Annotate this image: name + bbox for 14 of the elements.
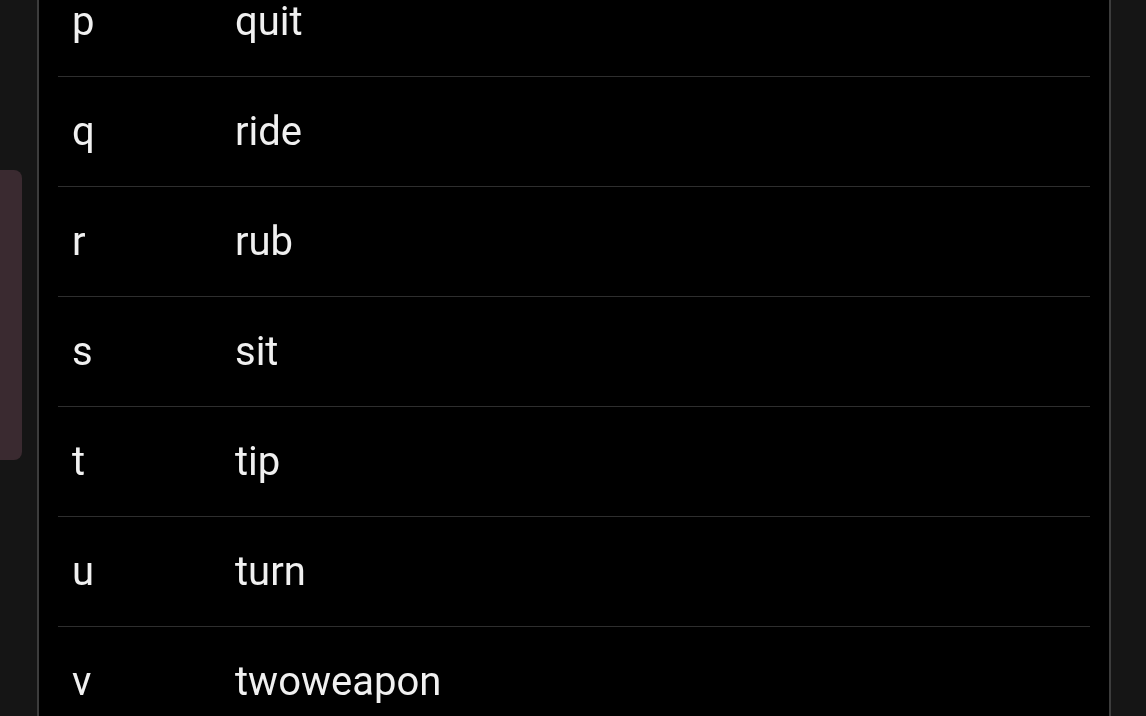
command-label[interactable]: twoweapon <box>235 659 442 704</box>
command-label[interactable]: turn <box>235 549 306 594</box>
command-label[interactable]: rub <box>235 219 294 264</box>
command-label[interactable]: ride <box>235 109 303 154</box>
command-label[interactable]: sit <box>235 329 279 374</box>
accelerator-key: r <box>58 219 235 264</box>
accelerator-key: s <box>58 329 235 374</box>
accelerator-key: q <box>58 109 235 154</box>
command-label[interactable]: quit <box>235 0 303 44</box>
command-label[interactable]: tip <box>235 439 281 484</box>
accelerator-key: t <box>58 439 235 484</box>
accelerator-key: v <box>58 659 235 704</box>
accelerator-key: p <box>58 0 235 44</box>
accelerator-key: u <box>58 549 235 594</box>
